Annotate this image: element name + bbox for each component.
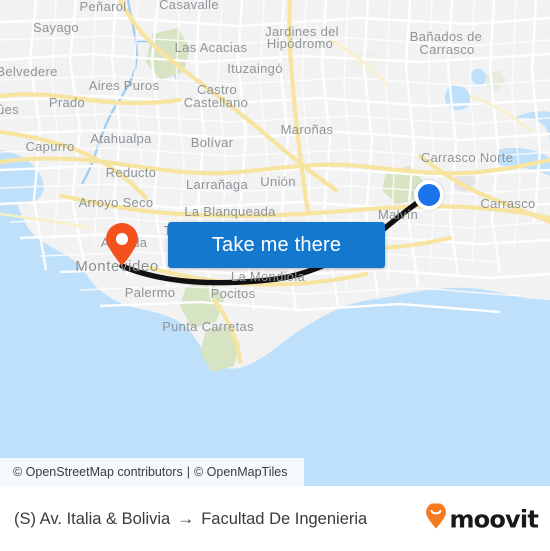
arrow-right-icon: → (177, 509, 195, 528)
take-me-there-button[interactable]: Take me there (168, 222, 385, 268)
moovit-trip-map-screen: Peñarol Casavalle Sayago Las Acacias Jardine… (0, 0, 550, 551)
trip-summary: (S) Av. Italia & Bolivia → Facultad De I… (14, 509, 367, 529)
attribution-separator: | (186, 465, 190, 479)
map-canvas[interactable]: Peñarol Casavalle Sayago Las Acacias Jardine… (0, 0, 550, 458)
destination-marker-dot[interactable] (414, 180, 444, 210)
osm-attribution-link[interactable]: © OpenStreetMap contributors (13, 465, 183, 479)
trip-origin-label: (S) Av. Italia & Bolivia (14, 509, 171, 528)
moovit-pin-icon (425, 502, 447, 535)
origin-marker-pin[interactable] (105, 223, 139, 267)
trip-destination-label: Facultad De Ingenieria (201, 509, 368, 528)
map-attribution-bar: © OpenStreetMap contributors | © OpenMap… (0, 458, 304, 486)
openmaptiles-attribution-link[interactable]: © OpenMapTiles (194, 465, 288, 479)
moovit-logo[interactable]: moovit (425, 502, 539, 535)
moovit-wordmark: moovit (449, 505, 538, 533)
trip-footer-bar: (S) Av. Italia & Bolivia → Facultad De I… (0, 486, 550, 551)
